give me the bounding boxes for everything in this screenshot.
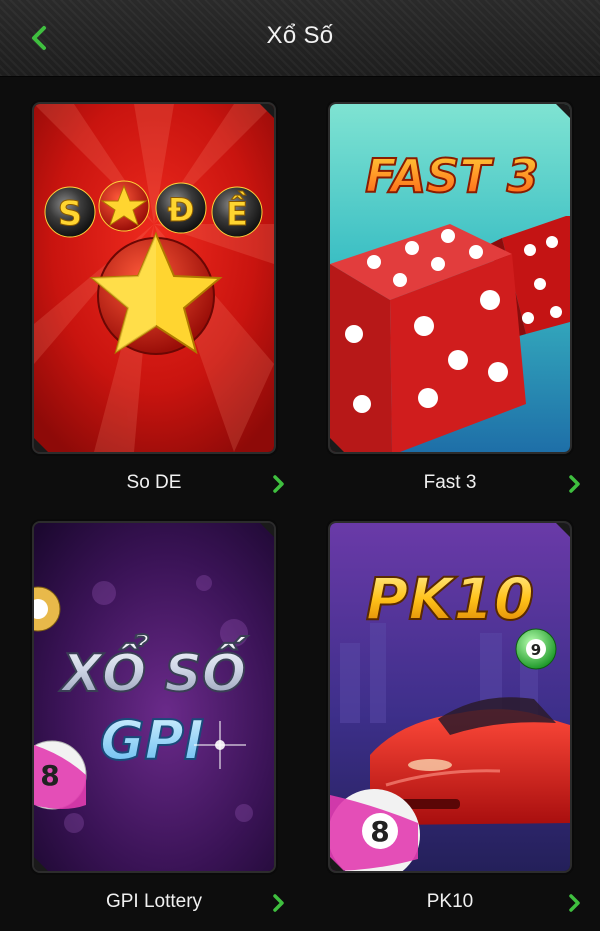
pk10-thumbnail[interactable]: PK10 9 8 xyxy=(330,523,570,871)
thumb-title: FAST 3 xyxy=(365,149,539,203)
game-card-so-de[interactable]: S Đ Ề So DE xyxy=(34,104,284,493)
game-label: PK10 xyxy=(426,891,474,912)
game-card-gpi-lottery[interactable]: 8 XỔ SỐ GPI GPI Lottery xyxy=(34,523,284,912)
ball-number: 9 xyxy=(531,641,541,659)
svg-text:8: 8 xyxy=(40,759,59,792)
fast-3-thumbnail[interactable]: FAST 3 xyxy=(330,104,570,452)
gpi-lottery-thumbnail[interactable]: 8 XỔ SỐ GPI xyxy=(34,523,274,871)
thumb-letter: S xyxy=(58,194,83,234)
chevron-right-icon[interactable] xyxy=(272,893,286,913)
so-de-thumbnail[interactable]: S Đ Ề xyxy=(34,104,274,452)
thumb-title: XỔ SỐ xyxy=(59,634,248,704)
game-label: Fast 3 xyxy=(423,472,477,493)
page-title: Xổ Số xyxy=(266,22,334,49)
chevron-right-icon[interactable] xyxy=(568,893,582,913)
game-card-fast-3[interactable]: FAST 3 Fast 3 xyxy=(330,104,580,493)
thumb-subtitle: GPI xyxy=(100,709,204,772)
thumb-title: PK10 xyxy=(366,565,534,633)
game-label: So DE xyxy=(126,472,182,493)
ball-number: 8 xyxy=(370,815,389,848)
chevron-right-icon[interactable] xyxy=(568,474,582,494)
game-label: GPI Lottery xyxy=(105,891,203,912)
thumb-letter: Ề xyxy=(226,191,248,233)
thumb-letter: Đ xyxy=(168,191,195,229)
game-card-pk10[interactable]: PK10 9 8 PK10 xyxy=(330,523,580,912)
top-navigation-bar: Xổ Số xyxy=(0,0,600,77)
chevron-right-icon[interactable] xyxy=(272,474,286,494)
